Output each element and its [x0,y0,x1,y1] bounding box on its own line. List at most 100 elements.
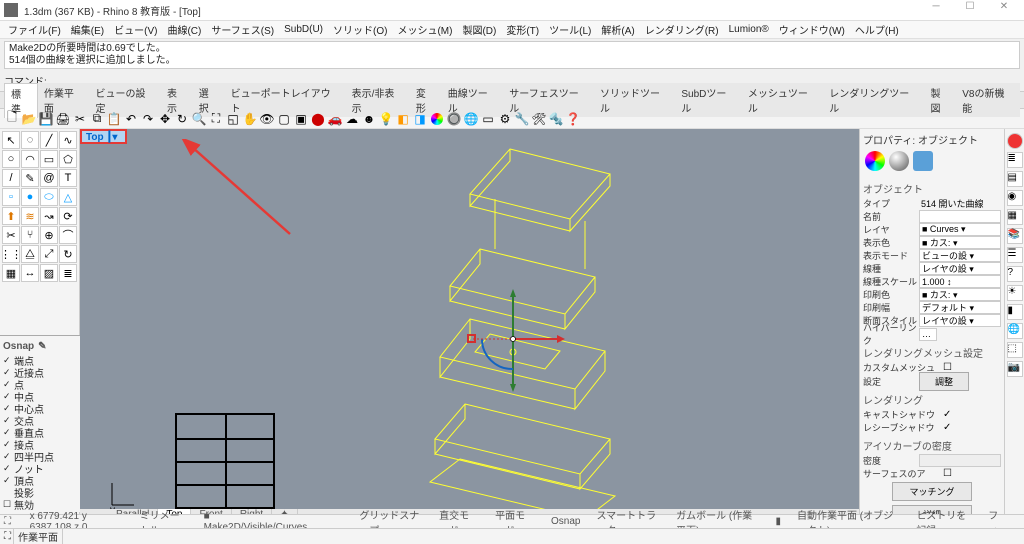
revolve-icon[interactable]: ⟳ [59,207,77,225]
bulb-icon[interactable]: 💡 [378,111,394,127]
array-icon[interactable]: ⋮⋮ [2,245,20,263]
zoom-icon[interactable]: 🔍 [191,111,207,127]
val-density[interactable] [919,454,1001,467]
close-button[interactable]: ✕ [988,1,1020,19]
object-props-icon[interactable] [865,151,885,171]
hsv-icon[interactable] [429,111,445,127]
tab[interactable]: ソリッドツール [594,83,675,117]
menu-mesh[interactable]: メッシュ(M) [393,21,456,38]
join-icon[interactable]: ⊕ [40,226,58,244]
texture-icon[interactable] [913,151,933,171]
loft-icon[interactable]: ≋ [21,207,39,225]
menu-subd[interactable]: SubD(U) [280,23,327,36]
zoomsel-icon[interactable]: ◱ [225,111,241,127]
copy-icon[interactable]: ⧉ [89,111,105,127]
surface-check[interactable]: ☐ [943,468,952,479]
rotate-icon[interactable]: ↻ [59,245,77,263]
render-icon[interactable]: ⬤ [310,111,326,127]
scale-icon[interactable]: ⤢ [40,245,58,263]
open-icon[interactable]: 📂 [21,111,37,127]
spiral-icon[interactable]: @ [40,169,58,187]
val-name[interactable] [919,210,1001,223]
grid-icon[interactable]: ▦ [2,264,20,282]
menu-surface[interactable]: サーフェス(S) [207,21,278,38]
tab[interactable]: SubDツール [675,83,742,117]
osnap-disable[interactable]: 無効 [3,498,77,510]
tab[interactable]: V8の新機能 [956,83,1020,117]
bolt-icon[interactable]: 🔩 [548,111,564,127]
pointer-icon[interactable]: ↖ [2,131,20,149]
rt-bar-icon[interactable]: ▮ [1007,304,1023,320]
val-pwidth[interactable]: デフォルト ▾ [919,301,1001,314]
help-icon[interactable]: ❓ [565,111,581,127]
cut-icon[interactable]: ✂ [72,111,88,127]
sketch-icon[interactable]: ✎ [21,169,39,187]
rotate-icon[interactable]: ↻ [174,111,190,127]
tab[interactable]: レンダリングツール [823,83,924,117]
val-ltype[interactable]: レイヤの設 ▾ [919,262,1001,275]
arc-icon[interactable]: ◠ [21,150,39,168]
osnap-toggle[interactable]: Osnap [551,516,580,527]
recv-check[interactable]: ✓ [943,422,951,433]
box-icon[interactable]: ◧ [395,111,411,127]
cone-icon[interactable]: △ [59,188,77,206]
menu-tools[interactable]: ツール(L) [545,21,595,38]
menu-render[interactable]: レンダリング(R) [641,21,723,38]
line-icon[interactable]: / [2,169,20,187]
adjust-button[interactable]: 調整 [919,372,969,391]
menu-analyze[interactable]: 解析(A) [597,21,638,38]
globe-icon[interactable]: 🌐 [463,111,479,127]
wrench-icon[interactable]: 🔧 [514,111,530,127]
rt-cam-icon[interactable]: 📷 [1007,361,1023,377]
split-icon[interactable]: ⑂ [21,226,39,244]
val-pcolor[interactable]: ■ カス: ▾ [919,288,1001,301]
cloud-icon[interactable]: ☁ [344,111,360,127]
menu-draft[interactable]: 製図(D) [458,21,500,38]
cyl-icon[interactable]: ⬭ [40,188,58,206]
status-cplane[interactable]: 作業平面 [14,529,63,544]
lasso-icon[interactable]: ◌ [21,131,39,149]
redo-icon[interactable]: ↷ [140,111,156,127]
rt-props-icon[interactable] [1007,133,1023,149]
cast-check[interactable]: ✓ [943,409,951,420]
print-icon[interactable]: 🖨 [55,111,71,127]
rt-env-icon[interactable]: 🌐 [1007,323,1023,339]
move-icon[interactable]: ✥ [157,111,173,127]
polyline-icon[interactable]: ╱ [40,131,58,149]
val-color[interactable]: ■ カス: ▾ [919,236,1001,249]
matching-button[interactable]: マッチング [892,482,972,501]
rt-layers-icon[interactable]: ≣ [1007,152,1023,168]
sphere-icon[interactable]: ● [21,188,39,206]
material-icon[interactable] [889,151,909,171]
rt-lib-icon[interactable]: 📚 [1007,228,1023,244]
menu-help[interactable]: ヘルプ(H) [851,21,903,38]
rt-render-icon[interactable]: ▦ [1007,209,1023,225]
undo-icon[interactable]: ↶ [123,111,139,127]
rt-misc-icon[interactable]: ⬚ [1007,342,1023,358]
dim-icon[interactable]: ↔ [21,264,39,282]
polygon-icon[interactable]: ⬠ [59,150,77,168]
minimize-button[interactable]: ─ [920,1,952,19]
rt-help-icon[interactable]: ? [1007,266,1023,282]
curve-icon[interactable]: ∿ [59,131,77,149]
menu-file[interactable]: ファイル(F) [4,21,65,38]
stone-icon[interactable]: 🔘 [446,111,462,127]
save-icon[interactable]: 💾 [38,111,54,127]
mirror-icon[interactable]: ⧋ [21,245,39,263]
menu-edit[interactable]: 編集(E) [67,21,108,38]
face-icon[interactable]: ☻ [361,111,377,127]
layer-icon[interactable]: ≣ [59,264,77,282]
menu-transform[interactable]: 変形(T) [502,21,543,38]
val-section[interactable]: レイヤの設 ▾ [919,314,1001,327]
new-icon[interactable]: 🗋 [4,111,20,127]
pan-icon[interactable]: ✋ [242,111,258,127]
paste-icon[interactable]: 📋 [106,111,122,127]
menu-view[interactable]: ビュー(V) [110,21,161,38]
box-icon[interactable]: ▫ [2,188,20,206]
text-icon[interactable]: T [59,169,77,187]
rt-mat-icon[interactable]: ◉ [1007,190,1023,206]
circle-icon[interactable]: ○ [2,150,20,168]
maximize-button[interactable]: ☐ [954,1,986,19]
val-hyper[interactable]: … [919,328,937,341]
view-icon[interactable]: 👁 [259,111,275,127]
